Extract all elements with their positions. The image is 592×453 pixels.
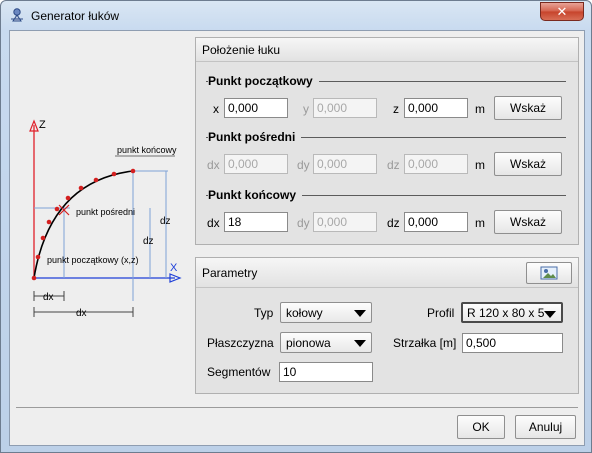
middle-c2-label: dy bbox=[297, 158, 310, 172]
segments-field[interactable] bbox=[279, 362, 373, 382]
arc-point bbox=[46, 219, 52, 225]
sag-field[interactable] bbox=[462, 333, 563, 353]
middle-unit: m bbox=[475, 158, 485, 172]
arc-diagram: Z X dz dz dx dx punkt końcowy punkt pośr… bbox=[29, 119, 182, 319]
start-x-field[interactable] bbox=[224, 98, 288, 118]
middle-c1-label: dx bbox=[207, 158, 220, 172]
dx-inner-label: dx bbox=[43, 292, 54, 303]
start-y-field[interactable] bbox=[313, 98, 377, 118]
ok-button[interactable]: OK bbox=[457, 415, 505, 439]
start-point-label: punkt początkowy (x,z) bbox=[47, 255, 139, 265]
end-dz-field[interactable] bbox=[404, 212, 468, 232]
sag-label: Strzałka [m] bbox=[393, 336, 457, 350]
footer-separator bbox=[16, 407, 578, 408]
position-panel: Położenie łuku Punkt początkowy x y z m … bbox=[195, 37, 579, 245]
profile-select[interactable]: R 120 x 80 x 5 bbox=[461, 302, 563, 323]
type-label: Typ bbox=[254, 306, 274, 320]
arc-point bbox=[31, 275, 37, 281]
segments-label: Segmentów bbox=[207, 365, 271, 379]
middle-c3-label: dz bbox=[387, 158, 400, 172]
end-dx-field[interactable] bbox=[224, 212, 288, 232]
profile-picker-button[interactable] bbox=[526, 262, 572, 284]
start-c1-label: x bbox=[213, 102, 219, 116]
plane-label: Płaszczyzna bbox=[207, 336, 274, 350]
chevron-down-icon bbox=[354, 310, 366, 317]
end-group-label: Punkt końcowy bbox=[208, 188, 303, 202]
end-c2-label: dy bbox=[297, 216, 310, 230]
start-z-field[interactable] bbox=[404, 98, 468, 118]
type-value: kołowy bbox=[286, 306, 323, 320]
params-panel: Parametry Typ kołowy Profil R 120 x 80 x… bbox=[195, 257, 579, 394]
arc-point bbox=[130, 168, 136, 174]
end-dy-field[interactable] bbox=[313, 212, 377, 232]
middle-dx-field[interactable] bbox=[224, 154, 288, 174]
window-title: Generator łuków bbox=[31, 9, 120, 23]
z-axis-label: Z bbox=[39, 119, 46, 131]
middle-group-label: Punkt pośredni bbox=[208, 130, 302, 144]
end-c1-label: dx bbox=[207, 216, 220, 230]
cancel-button[interactable]: Anuluj bbox=[515, 415, 576, 439]
plane-select[interactable]: pionowa bbox=[280, 332, 372, 353]
x-axis-label: X bbox=[170, 262, 178, 274]
arc-point bbox=[78, 185, 84, 191]
start-unit: m bbox=[475, 102, 485, 116]
start-c3-label: z bbox=[393, 102, 399, 116]
arc-point bbox=[111, 171, 117, 177]
plane-value: pionowa bbox=[286, 336, 331, 350]
end-unit: m bbox=[475, 216, 485, 230]
dx-outer-label: dx bbox=[76, 308, 87, 319]
position-panel-title: Położenie łuku bbox=[196, 38, 578, 62]
profile-label: Profil bbox=[427, 306, 455, 320]
middle-pick-button[interactable]: Wskaż bbox=[494, 152, 562, 176]
pin-icon bbox=[11, 8, 23, 22]
image-icon bbox=[540, 266, 558, 280]
type-select[interactable]: kołowy bbox=[280, 302, 372, 323]
middle-dz-field[interactable] bbox=[404, 154, 468, 174]
dz-outer-label: dz bbox=[160, 216, 171, 227]
dz-inner-label: dz bbox=[143, 236, 154, 247]
arc-point bbox=[65, 195, 71, 201]
dialog-window: Generator łuków ✕ Z X dz dz dx dx punkt … bbox=[0, 0, 592, 453]
start-group-label: Punkt początkowy bbox=[208, 74, 319, 88]
title-bar: Generator łuków ✕ bbox=[1, 1, 591, 29]
close-icon: ✕ bbox=[556, 3, 568, 19]
chevron-down-icon bbox=[544, 311, 556, 318]
end-point-label: punkt końcowy bbox=[117, 145, 177, 155]
profile-value: R 120 x 80 x 5 bbox=[467, 306, 545, 320]
end-c3-label: dz bbox=[387, 216, 400, 230]
arc-point bbox=[93, 177, 99, 183]
arc-point bbox=[40, 235, 46, 241]
params-panel-title: Parametry bbox=[196, 258, 578, 288]
middle-dy-field[interactable] bbox=[313, 154, 377, 174]
close-button[interactable]: ✕ bbox=[540, 2, 584, 21]
middle-point-label: punkt pośredni bbox=[76, 207, 135, 217]
arc-point bbox=[35, 254, 41, 260]
end-pick-button[interactable]: Wskaż bbox=[494, 210, 562, 234]
dialog-body: Z X dz dz dx dx punkt końcowy punkt pośr… bbox=[9, 30, 585, 446]
arc-point bbox=[54, 206, 60, 212]
chevron-down-icon bbox=[354, 340, 366, 347]
start-c2-label: y bbox=[303, 102, 309, 116]
start-pick-button[interactable]: Wskaż bbox=[494, 96, 562, 120]
